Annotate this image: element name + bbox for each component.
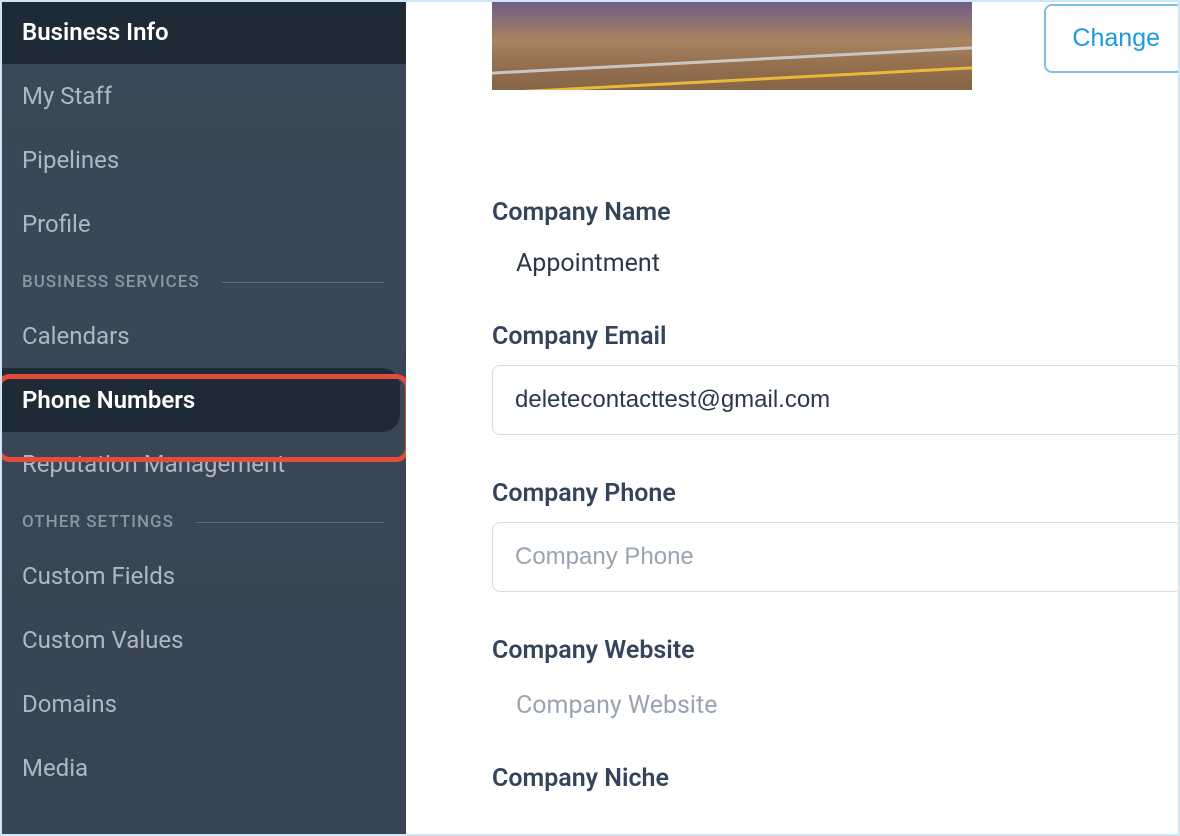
sidebar-section-other-settings: OTHER SETTINGS: [0, 496, 406, 544]
field-company-niche: Company Niche: [492, 764, 1180, 793]
cover-image: [492, 0, 972, 90]
company-website-value[interactable]: Company Website: [492, 679, 1180, 720]
sidebar-section-label: BUSINESS SERVICES: [22, 272, 200, 292]
sidebar-section-business-services: BUSINESS SERVICES: [0, 256, 406, 304]
main-content: Change Company Name Appointment Company …: [406, 0, 1180, 836]
sidebar-item-profile[interactable]: Profile: [0, 192, 406, 256]
sidebar-item-media[interactable]: Media: [0, 736, 406, 800]
sidebar-section-label: OTHER SETTINGS: [22, 512, 174, 532]
field-label: Company Phone: [492, 479, 1180, 508]
field-company-website: Company Website Company Website: [492, 636, 1180, 720]
divider: [196, 522, 384, 523]
sidebar-item-domains[interactable]: Domains: [0, 672, 406, 736]
field-company-email: Company Email: [492, 322, 1180, 435]
sidebar-item-business-info[interactable]: Business Info: [0, 0, 406, 64]
settings-sidebar: Business Info My Staff Pipelines Profile…: [0, 0, 406, 836]
field-label: Company Niche: [492, 764, 1180, 793]
change-button[interactable]: Change: [1044, 4, 1180, 73]
divider: [222, 282, 384, 283]
sidebar-item-custom-fields[interactable]: Custom Fields: [0, 544, 406, 608]
company-email-input[interactable]: [492, 365, 1180, 435]
sidebar-item-pipelines[interactable]: Pipelines: [0, 128, 406, 192]
field-company-name: Company Name Appointment: [492, 198, 1180, 278]
sidebar-item-calendars[interactable]: Calendars: [0, 304, 406, 368]
sidebar-item-my-staff[interactable]: My Staff: [0, 64, 406, 128]
field-label: Company Email: [492, 322, 1180, 351]
field-label: Company Website: [492, 636, 1180, 665]
business-info-form: Company Name Appointment Company Email C…: [492, 198, 1180, 793]
sidebar-item-reputation-management[interactable]: Reputation Management: [0, 432, 406, 496]
sidebar-item-custom-values[interactable]: Custom Values: [0, 608, 406, 672]
company-name-value[interactable]: Appointment: [492, 241, 1180, 278]
sidebar-item-phone-numbers[interactable]: Phone Numbers: [0, 368, 400, 432]
company-phone-input[interactable]: [492, 522, 1180, 592]
field-company-phone: Company Phone: [492, 479, 1180, 592]
field-label: Company Name: [492, 198, 1180, 227]
